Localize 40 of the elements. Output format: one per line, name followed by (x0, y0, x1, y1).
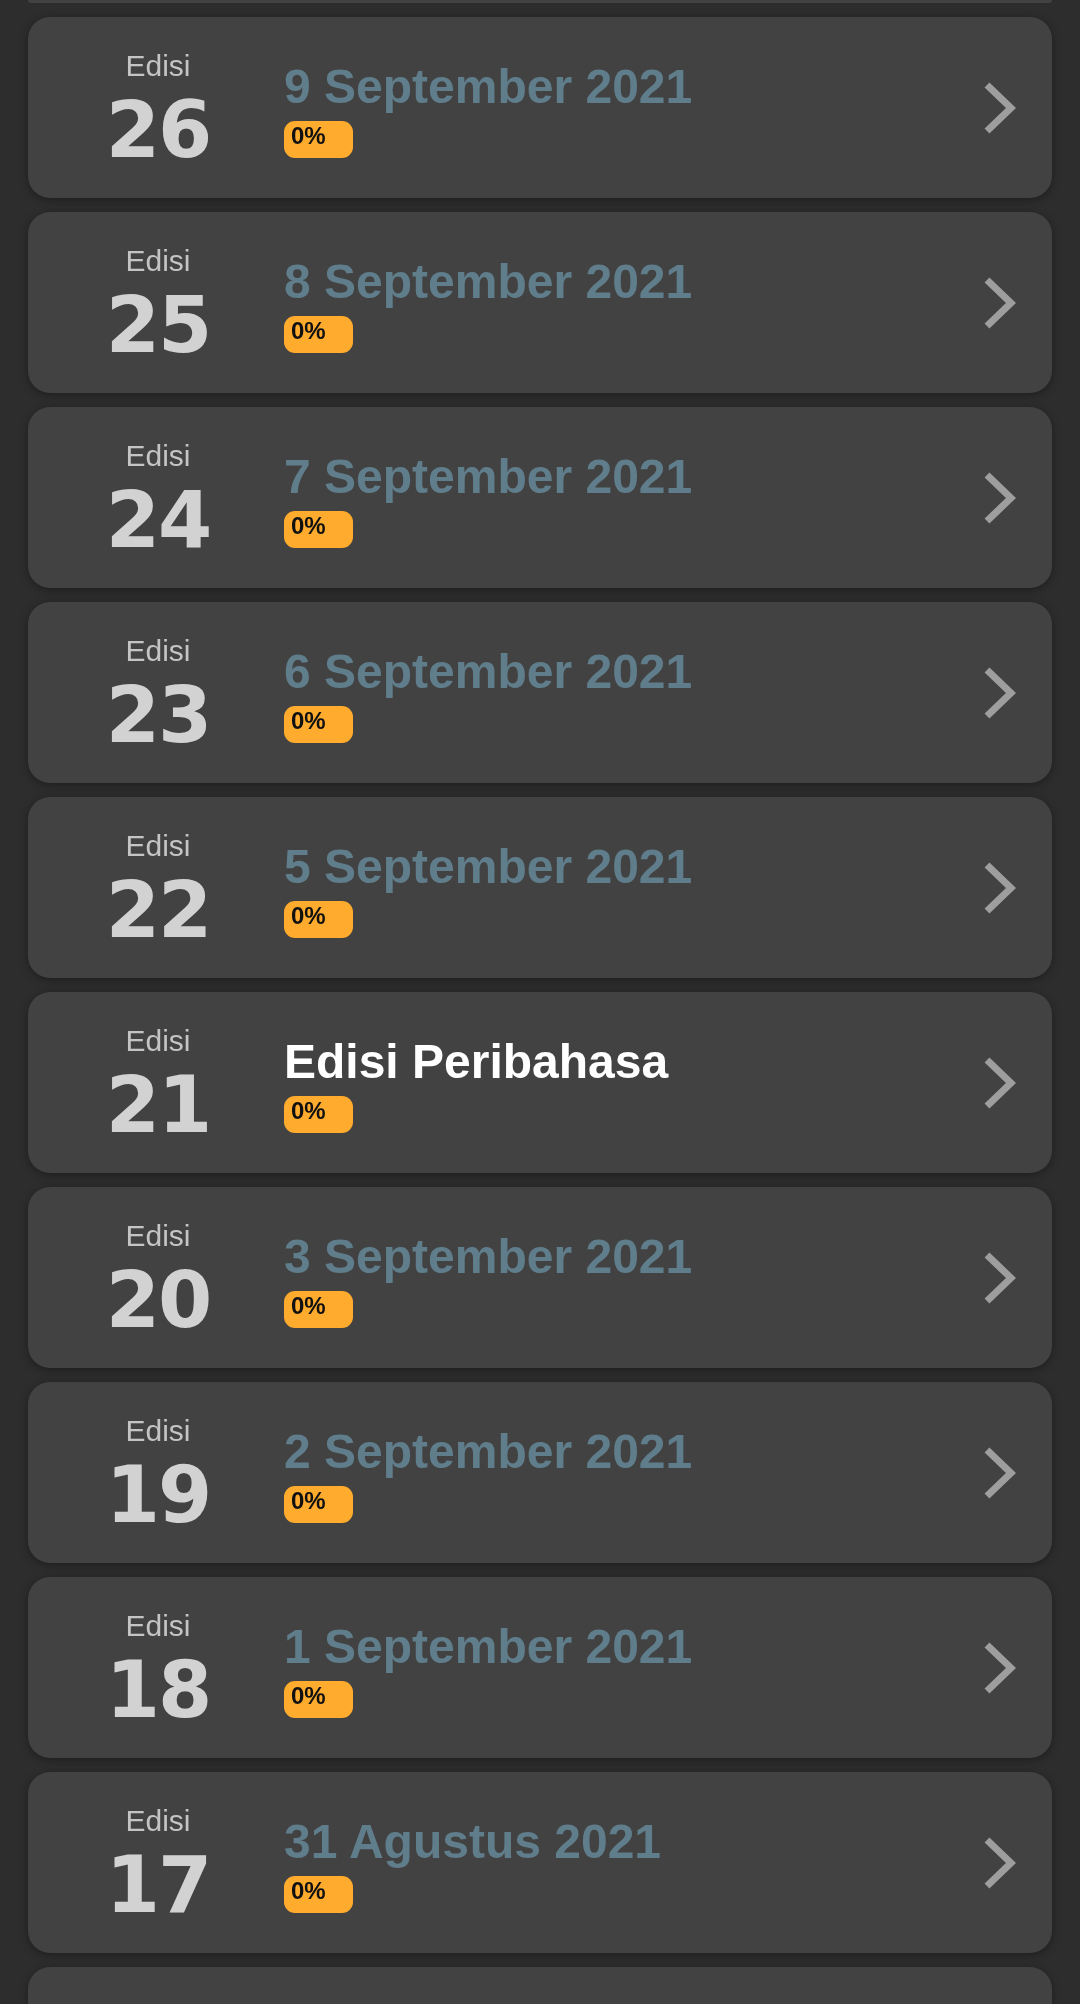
edition-title: 3 September 2021 (284, 1229, 693, 1285)
edition-title: 2 September 2021 (284, 1424, 693, 1480)
progress-badge: 0% (284, 1681, 353, 1718)
edition-number: 23 (105, 684, 211, 746)
edition-title: 7 September 2021 (284, 449, 693, 505)
edition-title: 9 September 2021 (284, 59, 693, 115)
edition-number: 20 (105, 1269, 211, 1331)
edition-number: 21 (105, 1074, 211, 1136)
edition-label: Edisi (125, 1609, 191, 1643)
edition-label: Edisi (125, 1804, 191, 1838)
edition-label: Edisi (125, 829, 191, 863)
progress-badge: 0% (284, 316, 353, 353)
edition-label: Edisi (125, 634, 191, 668)
edition-number: 19 (105, 1464, 211, 1526)
edition-number: 18 (105, 1659, 211, 1721)
edition-label: Edisi (125, 1219, 191, 1253)
edition-title: Edisi Peribahasa (284, 1034, 669, 1090)
edition-label: Edisi (125, 1024, 191, 1058)
edition-label: Edisi (125, 244, 191, 278)
edition-number: 22 (105, 879, 211, 941)
progress-badge: 0% (284, 1291, 353, 1328)
edition-label: Edisi (125, 49, 191, 83)
edition-title: 31 Agustus 2021 (284, 1814, 662, 1870)
edition-label: Edisi (125, 439, 191, 473)
edition-title: 8 September 2021 (284, 254, 693, 310)
progress-badge: 0% (284, 1876, 353, 1913)
edition-number: 24 (105, 489, 211, 551)
progress-badge: 0% (284, 511, 353, 548)
progress-badge: 0% (284, 121, 353, 158)
edition-title: 1 September 2021 (284, 1619, 693, 1675)
edition-title: 6 September 2021 (284, 644, 693, 700)
edition-title: 5 September 2021 (284, 839, 693, 895)
progress-badge: 0% (284, 901, 353, 938)
edition-label: Edisi (125, 1414, 191, 1448)
progress-badge: 0% (284, 1096, 353, 1133)
edition-number: 26 (105, 99, 211, 161)
edition-number: 25 (105, 294, 211, 356)
edition-number: 17 (105, 1854, 211, 1916)
progress-badge: 0% (284, 706, 353, 743)
progress-badge: 0% (284, 1486, 353, 1523)
